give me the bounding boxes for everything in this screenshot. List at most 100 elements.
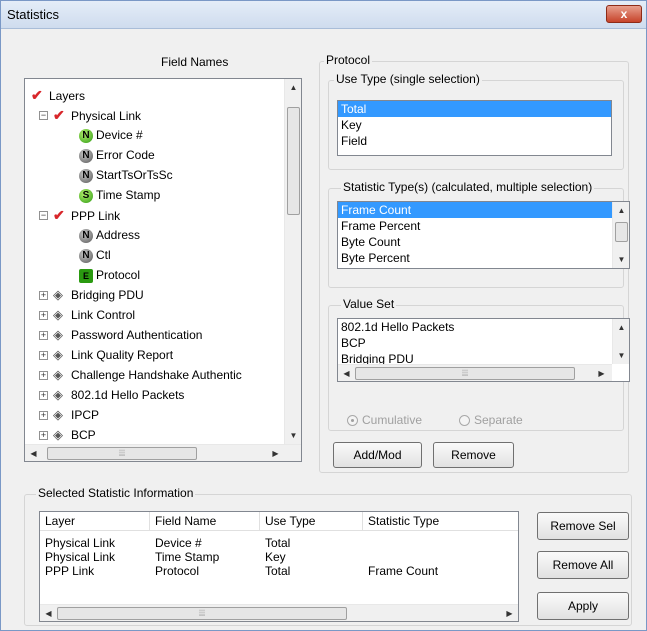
apply-button[interactable]: Apply: [537, 592, 629, 620]
tree-expander-icon[interactable]: +: [39, 311, 48, 320]
scroll-left-icon[interactable]: ◀: [40, 605, 57, 621]
tree-node[interactable]: N Device #: [79, 125, 143, 145]
scroll-down-icon[interactable]: ▼: [285, 427, 301, 444]
statistic-type-option[interactable]: Byte Percent: [338, 250, 612, 266]
tree-node-label: StartTsOrTsSc: [96, 168, 173, 182]
selected-stats-label: Selected Statistic Information: [36, 486, 196, 500]
tree-node[interactable]: − ✔ PPP Link: [39, 205, 120, 225]
tree-expander-icon[interactable]: −: [39, 211, 48, 220]
scroll-up-icon[interactable]: ▲: [613, 202, 629, 219]
tree-expander-icon[interactable]: +: [39, 331, 48, 340]
close-button[interactable]: x: [606, 5, 642, 23]
tree-node[interactable]: E Protocol: [79, 265, 140, 285]
scroll-right-icon[interactable]: ▶: [501, 605, 518, 621]
statistic-type-option[interactable]: Byte Count: [338, 234, 612, 250]
statistic-type-scroll-thumb[interactable]: [615, 222, 628, 242]
tree-scroll-thumb[interactable]: [287, 107, 300, 215]
scroll-right-icon[interactable]: ▶: [593, 365, 610, 381]
scroll-right-icon[interactable]: ▶: [267, 445, 284, 461]
tree-expander-icon[interactable]: +: [39, 351, 48, 360]
tree-node[interactable]: + ◈ Bridging PDU: [39, 285, 144, 305]
table-cell: Frame Count: [368, 564, 439, 578]
tree-node-label: Link Quality Report: [71, 348, 174, 362]
tree-expander-icon[interactable]: +: [39, 291, 48, 300]
table-row[interactable]: Physical Link Device # Total: [40, 536, 518, 550]
tree-expander-icon[interactable]: −: [39, 111, 48, 120]
tree-node[interactable]: S Time Stamp: [79, 185, 160, 205]
tree-vertical-scrollbar[interactable]: ▲ ▼: [284, 79, 301, 444]
table-cell: Total: [265, 536, 291, 550]
enum-field-icon: E: [79, 268, 93, 283]
radio-icon: [347, 415, 358, 427]
tree-node[interactable]: + ◈ 802.1d Hello Packets: [39, 385, 184, 405]
table-cell: Key: [265, 550, 286, 564]
statistic-type-scrollbar[interactable]: ▲ ▼: [612, 202, 629, 268]
value-set-list[interactable]: 802.1d Hello Packets BCP Bridging PDU ▲ ▼ …: [337, 318, 630, 382]
tree-expander-icon[interactable]: +: [39, 391, 48, 400]
tree-expander-icon[interactable]: +: [39, 411, 48, 420]
scroll-left-icon[interactable]: ◀: [25, 445, 42, 461]
tree-node[interactable]: N Address: [79, 225, 140, 245]
tree-node[interactable]: N Ctl: [79, 245, 111, 265]
tree-node[interactable]: + ◈ BCP: [39, 425, 96, 445]
scroll-up-icon[interactable]: ▲: [613, 319, 629, 336]
column-header-field-name[interactable]: Field Name: [150, 512, 260, 531]
value-set-vscrollbar[interactable]: ▲ ▼: [612, 319, 629, 364]
tree-node[interactable]: N StartTsOrTsSc: [79, 165, 173, 185]
s-field-icon: S: [79, 188, 93, 203]
tree-node[interactable]: + ◈ Link Control: [39, 305, 136, 325]
tree-node[interactable]: + ◈ Password Authentication: [39, 325, 202, 345]
tree-expander-icon[interactable]: +: [39, 371, 48, 380]
tree-node[interactable]: ✔ Layers: [31, 85, 85, 105]
tree-expander-icon[interactable]: +: [39, 431, 48, 440]
cumulative-radio[interactable]: Cumulative: [347, 413, 422, 427]
layer-icon: ◈: [53, 427, 63, 442]
tree-horizontal-scrollbar[interactable]: ◀ ⦙⦙⦙ ▶: [25, 444, 301, 461]
column-header-statistic-type[interactable]: Statistic Type: [363, 512, 518, 531]
scroll-down-icon[interactable]: ▼: [613, 347, 629, 364]
radio-icon: [459, 415, 470, 427]
value-set-hscroll-thumb[interactable]: ⦙⦙⦙: [355, 367, 575, 380]
statistic-type-option[interactable]: Frame Count: [338, 202, 612, 218]
add-mod-button[interactable]: Add/Mod: [333, 442, 422, 468]
remove-sel-button[interactable]: Remove Sel: [537, 512, 629, 540]
tree-node-label: Link Control: [71, 308, 136, 322]
selected-stats-hscroll-thumb[interactable]: ⦙⦙⦙: [57, 607, 347, 620]
use-type-option[interactable]: Total: [338, 101, 611, 117]
separate-label: Separate: [474, 413, 523, 427]
tree-node[interactable]: + ◈ Link Quality Report: [39, 345, 174, 365]
check-icon: ✔: [31, 87, 43, 103]
value-set-label: Value Set: [341, 297, 397, 311]
column-header-use-type[interactable]: Use Type: [260, 512, 363, 531]
tree-hscroll-thumb[interactable]: ⦙⦙⦙: [47, 447, 197, 460]
scroll-left-icon[interactable]: ◀: [338, 365, 355, 381]
use-type-option[interactable]: Field: [338, 133, 611, 149]
remove-button[interactable]: Remove: [433, 442, 514, 468]
value-set-option[interactable]: 802.1d Hello Packets: [338, 319, 629, 335]
value-set-option[interactable]: BCP: [338, 335, 629, 351]
use-type-option[interactable]: Key: [338, 117, 611, 133]
table-row[interactable]: Physical Link Time Stamp Key: [40, 550, 518, 564]
separate-radio[interactable]: Separate: [459, 413, 523, 427]
value-set-hscrollbar[interactable]: ◀ ⦙⦙⦙ ▶: [338, 364, 612, 381]
statistic-type-option[interactable]: Frame Percent: [338, 218, 612, 234]
tree-node-label: Ctl: [96, 248, 111, 262]
statistic-type-list[interactable]: Frame Count Frame Percent Byte Count Byte P…: [337, 201, 630, 269]
selected-stats-table[interactable]: Layer Field Name Use Type Statistic Type…: [39, 511, 519, 622]
tree-node[interactable]: − ✔ Physical Link: [39, 105, 142, 125]
remove-all-button[interactable]: Remove All: [537, 551, 629, 579]
tree-node-label: Physical Link: [71, 109, 142, 123]
field-names-tree[interactable]: ✔ Layers − ✔ Physical Link N Device # N Error Co…: [24, 78, 302, 462]
tree-node[interactable]: N Error Code: [79, 145, 155, 165]
use-type-options: Total Key Field: [338, 101, 611, 149]
scroll-up-icon[interactable]: ▲: [285, 79, 301, 96]
tree-node[interactable]: + ◈ Challenge Handshake Authentic: [39, 365, 242, 385]
scroll-down-icon[interactable]: ▼: [613, 251, 629, 268]
selected-stats-hscrollbar[interactable]: ◀ ⦙⦙⦙ ▶: [40, 604, 518, 621]
tree-node-label: Challenge Handshake Authentic: [71, 368, 242, 382]
tree-node-label: IPCP: [71, 408, 100, 422]
tree-node[interactable]: + ◈ IPCP: [39, 405, 100, 425]
table-row[interactable]: PPP Link Protocol Total Frame Count: [40, 564, 518, 578]
use-type-list[interactable]: Total Key Field: [337, 100, 612, 156]
column-header-layer[interactable]: Layer: [40, 512, 150, 531]
